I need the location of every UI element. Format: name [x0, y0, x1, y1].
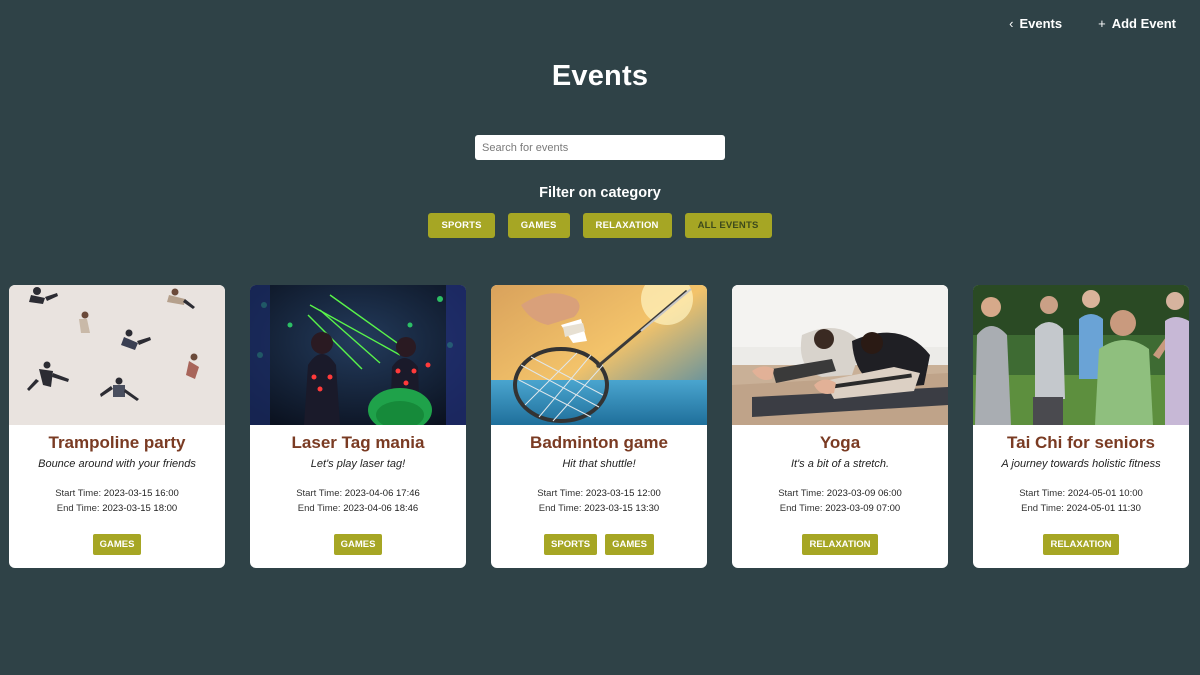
filter-all-events-button[interactable]: ALL EVENTS — [684, 213, 772, 238]
end-time-value: 2023-03-15 18:00 — [102, 503, 178, 514]
event-card[interactable]: Tai Chi for seniors A journey towards ho… — [973, 285, 1189, 568]
event-card[interactable]: Laser Tag mania Let's play laser tag! St… — [250, 285, 466, 568]
start-time-label: Start Time: — [55, 488, 102, 499]
start-time-value: 2023-04-06 17:46 — [344, 488, 420, 499]
search-input[interactable] — [475, 135, 725, 160]
events-nav-label: Events — [1019, 16, 1063, 31]
end-time-value: 2024-05-01 11:30 — [1066, 503, 1141, 514]
filter-title: Filter on category — [539, 185, 661, 201]
event-title: Trampoline party — [48, 433, 186, 452]
end-time-value: 2023-03-09 07:00 — [825, 503, 901, 514]
category-badge: GAMES — [333, 534, 383, 555]
start-time-label: Start Time: — [778, 488, 825, 499]
event-description: A journey towards holistic fitness — [1001, 458, 1161, 470]
event-image — [973, 285, 1189, 425]
event-description: Bounce around with your friends — [38, 458, 196, 470]
add-event-link[interactable]: + Add Event — [1098, 16, 1176, 31]
start-time-label: Start Time: — [296, 488, 343, 499]
start-time-value: 2023-03-15 12:00 — [585, 488, 661, 499]
add-event-label: Add Event — [1111, 16, 1176, 31]
event-description: It's a bit of a stretch. — [790, 458, 890, 470]
category-badge: GAMES — [92, 534, 142, 555]
filter-sports-button[interactable]: SPORTS — [428, 213, 495, 238]
end-time-label: End Time: — [1021, 503, 1064, 514]
event-title: Laser Tag mania — [291, 433, 425, 452]
plus-icon: + — [1098, 16, 1106, 31]
event-title: Yoga — [819, 433, 861, 452]
filter-games-button[interactable]: GAMES — [507, 213, 570, 238]
event-times: Start Time: 2023-03-15 12:00 End Time: 2… — [491, 486, 707, 516]
start-time-value: 2023-03-09 06:00 — [826, 488, 902, 499]
end-time-label: End Time: — [779, 503, 823, 514]
event-title: Badminton game — [530, 433, 668, 452]
start-time-value: 2023-03-15 16:00 — [103, 488, 179, 499]
start-time-label: Start Time: — [537, 488, 584, 499]
event-title: Tai Chi for seniors — [1007, 433, 1155, 452]
event-image — [9, 285, 225, 425]
event-times: Start Time: 2024-05-01 10:00 End Time: 2… — [973, 486, 1189, 516]
end-time-label: End Time: — [297, 503, 341, 514]
category-badge: RELAXATION — [1043, 534, 1119, 555]
start-time-value: 2024-05-01 10:00 — [1067, 488, 1143, 499]
event-times: Start Time: 2023-04-06 17:46 End Time: 2… — [250, 486, 466, 516]
event-categories: RELAXATION — [732, 534, 948, 555]
event-card[interactable]: Yoga It's a bit of a stretch. Start Time… — [732, 285, 948, 568]
category-badge: RELAXATION — [802, 534, 878, 555]
event-image — [732, 285, 948, 425]
end-time-label: End Time: — [538, 503, 582, 514]
event-description: Hit that shuttle! — [562, 458, 636, 470]
filter-relaxation-button[interactable]: RELAXATION — [582, 213, 672, 238]
category-filter: SPORTS GAMES RELAXATION ALL EVENTS — [0, 213, 1200, 238]
event-categories: RELAXATION — [973, 534, 1189, 555]
category-badge: GAMES — [605, 534, 654, 555]
event-card[interactable]: Trampoline party Bounce around with your… — [9, 285, 225, 568]
start-time-label: Start Time: — [1019, 488, 1066, 499]
event-image — [250, 285, 466, 425]
event-categories: GAMES — [250, 534, 466, 555]
event-times: Start Time: 2023-03-09 06:00 End Time: 2… — [732, 486, 948, 516]
chevron-left-icon: ‹ — [1009, 16, 1014, 31]
event-times: Start Time: 2023-03-15 16:00 End Time: 2… — [9, 486, 225, 516]
events-nav-link[interactable]: ‹ Events — [1009, 16, 1062, 31]
category-badge: SPORTS — [544, 534, 598, 555]
event-categories: GAMES — [9, 534, 225, 555]
end-time-label: End Time: — [56, 503, 100, 514]
event-categories: SPORTS GAMES — [491, 534, 707, 555]
page-title: Events — [551, 60, 649, 92]
event-list: Trampoline party Bounce around with your… — [9, 285, 1189, 568]
event-image — [491, 285, 707, 425]
event-card[interactable]: Badminton game Hit that shuttle! Start T… — [491, 285, 707, 568]
end-time-value: 2023-04-06 18:46 — [343, 503, 419, 514]
end-time-value: 2023-03-15 13:30 — [584, 503, 660, 514]
top-nav: ‹ Events + Add Event — [1009, 16, 1176, 31]
event-description: Let's play laser tag! — [310, 458, 406, 470]
